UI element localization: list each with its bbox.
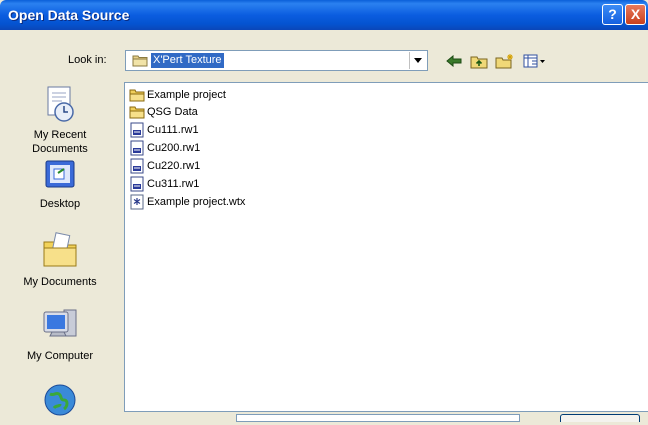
file-name-input[interactable] <box>236 414 520 422</box>
back-arrow-icon[interactable] <box>444 52 464 70</box>
help-button[interactable]: ? <box>602 4 623 25</box>
place-my-computer[interactable]: My Computer <box>0 306 120 363</box>
file-name: Cu311.rw1 <box>147 178 200 190</box>
file-name: QSG Data <box>147 106 198 118</box>
place-label: My Documents <box>23 276 97 288</box>
place-my-recent-documents[interactable]: My Recent Documents <box>0 85 120 156</box>
network-places-icon <box>0 380 120 423</box>
list-item[interactable]: Cu220.rw1 <box>129 158 200 174</box>
recent-documents-icon <box>0 85 120 126</box>
data-file-icon <box>129 122 145 138</box>
open-button[interactable] <box>560 414 640 422</box>
place-label: Desktop <box>39 198 81 210</box>
list-item[interactable]: Cu200.rw1 <box>129 140 200 156</box>
close-button[interactable]: X <box>625 4 646 25</box>
views-menu-icon[interactable] <box>522 52 548 70</box>
file-name: Cu111.rw1 <box>147 124 199 136</box>
list-item[interactable]: Example project <box>129 87 226 103</box>
file-name: Cu220.rw1 <box>147 160 201 172</box>
place-my-network[interactable] <box>0 380 120 425</box>
my-documents-icon <box>0 230 120 273</box>
file-name: Example project <box>147 89 226 101</box>
title-bar[interactable]: Open Data Source ? X <box>0 0 648 30</box>
data-file-icon <box>129 158 145 174</box>
file-name: Cu200.rw1 <box>147 142 201 154</box>
up-folder-icon[interactable] <box>468 52 490 70</box>
desktop-icon <box>0 158 120 195</box>
list-item[interactable]: QSG Data <box>129 104 198 120</box>
data-file-icon <box>129 176 145 192</box>
file-list[interactable]: Example project QSG Data Cu111.rw1 Cu200… <box>124 82 648 412</box>
place-label: My Computer <box>26 350 94 362</box>
list-item[interactable]: Cu111.rw1 <box>129 122 199 138</box>
place-my-documents[interactable]: My Documents <box>0 230 120 289</box>
look-in-value: X'Pert Texture <box>151 53 224 68</box>
folder-icon <box>129 104 145 120</box>
look-in-label: Look in: <box>68 54 107 66</box>
list-item[interactable]: Example project.wtx <box>129 194 245 210</box>
places-bar: My Recent Documents Desktop My Documents… <box>0 80 120 420</box>
look-in-combobox[interactable]: X'Pert Texture <box>125 50 428 71</box>
file-name: Example project.wtx <box>147 196 246 208</box>
chevron-down-icon[interactable] <box>409 52 426 69</box>
list-item[interactable]: Cu311.rw1 <box>129 176 199 192</box>
folder-icon <box>132 54 148 70</box>
window-title: Open Data Source <box>8 7 130 23</box>
folder-icon <box>129 87 145 103</box>
new-folder-icon[interactable] <box>494 52 516 70</box>
my-computer-icon <box>0 306 120 347</box>
data-file-icon <box>129 140 145 156</box>
place-desktop[interactable]: Desktop <box>0 158 120 211</box>
project-file-icon <box>129 194 145 210</box>
place-label: My Recent Documents <box>32 129 88 155</box>
